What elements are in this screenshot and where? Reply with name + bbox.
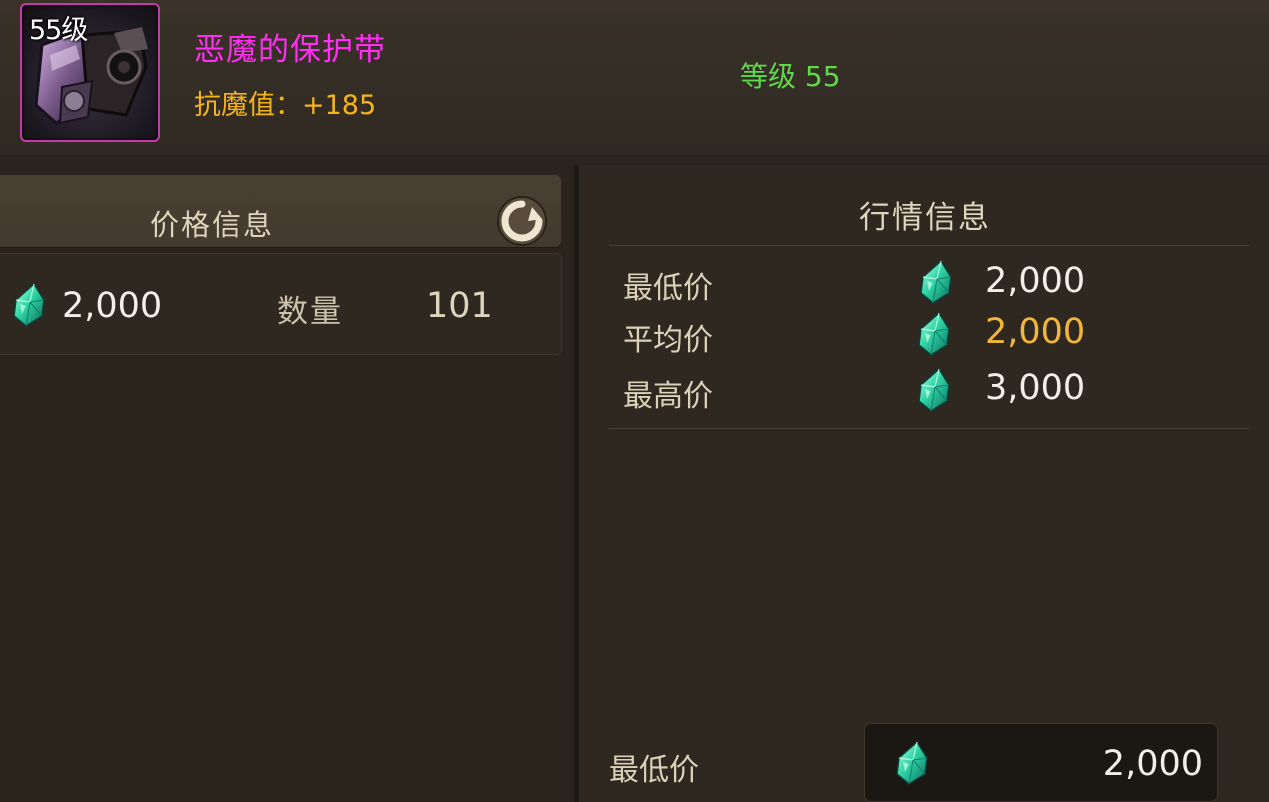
price-info-panel: 价格信息 2,000 数量 101 <box>0 165 574 802</box>
price-row[interactable]: 2,000 数量 101 <box>0 253 562 355</box>
item-required-level: 等级 55 <box>740 60 841 93</box>
green-gem-icon <box>917 259 955 305</box>
green-gem-icon <box>915 311 953 357</box>
price-info-title: 价格信息 <box>150 208 275 242</box>
market-info-panel: 行情信息 最低价 2,000 平均价 2,000 最高价 3,000 最低价 2… <box>579 165 1269 802</box>
price-input-value: 2,000 <box>1102 744 1203 784</box>
green-gem-icon <box>915 367 953 413</box>
highest-price-label: 最高价 <box>623 379 713 414</box>
item-icon-slot[interactable]: 55级 <box>20 3 160 142</box>
item-level-badge: 55级 <box>29 15 88 46</box>
highest-price-value: 3,000 <box>985 368 1086 408</box>
item-header: 55级 恶魔的保护带 抗魔值：+185 等级 55 <box>0 0 1269 155</box>
average-price-value: 2,000 <box>985 312 1086 352</box>
quantity-label: 数量 <box>277 294 343 330</box>
item-stat: 抗魔值：+185 <box>194 90 377 121</box>
price-input[interactable]: 2,000 <box>864 723 1218 802</box>
quantity-value: 101 <box>426 286 493 326</box>
market-info-title: 行情信息 <box>859 200 991 236</box>
price-value: 2,000 <box>62 286 163 326</box>
lowest-price-label: 最低价 <box>623 271 713 306</box>
average-price-label: 平均价 <box>623 323 713 358</box>
refresh-icon[interactable] <box>496 195 548 247</box>
green-gem-icon <box>10 282 48 328</box>
market-divider-bottom <box>609 428 1249 429</box>
lowest-price-value: 2,000 <box>985 261 1086 301</box>
item-name: 恶魔的保护带 <box>194 32 386 68</box>
bottom-price-label: 最低价 <box>609 753 699 788</box>
green-gem-icon <box>893 740 931 786</box>
market-divider-top <box>609 245 1249 246</box>
price-info-header: 价格信息 <box>0 175 561 247</box>
